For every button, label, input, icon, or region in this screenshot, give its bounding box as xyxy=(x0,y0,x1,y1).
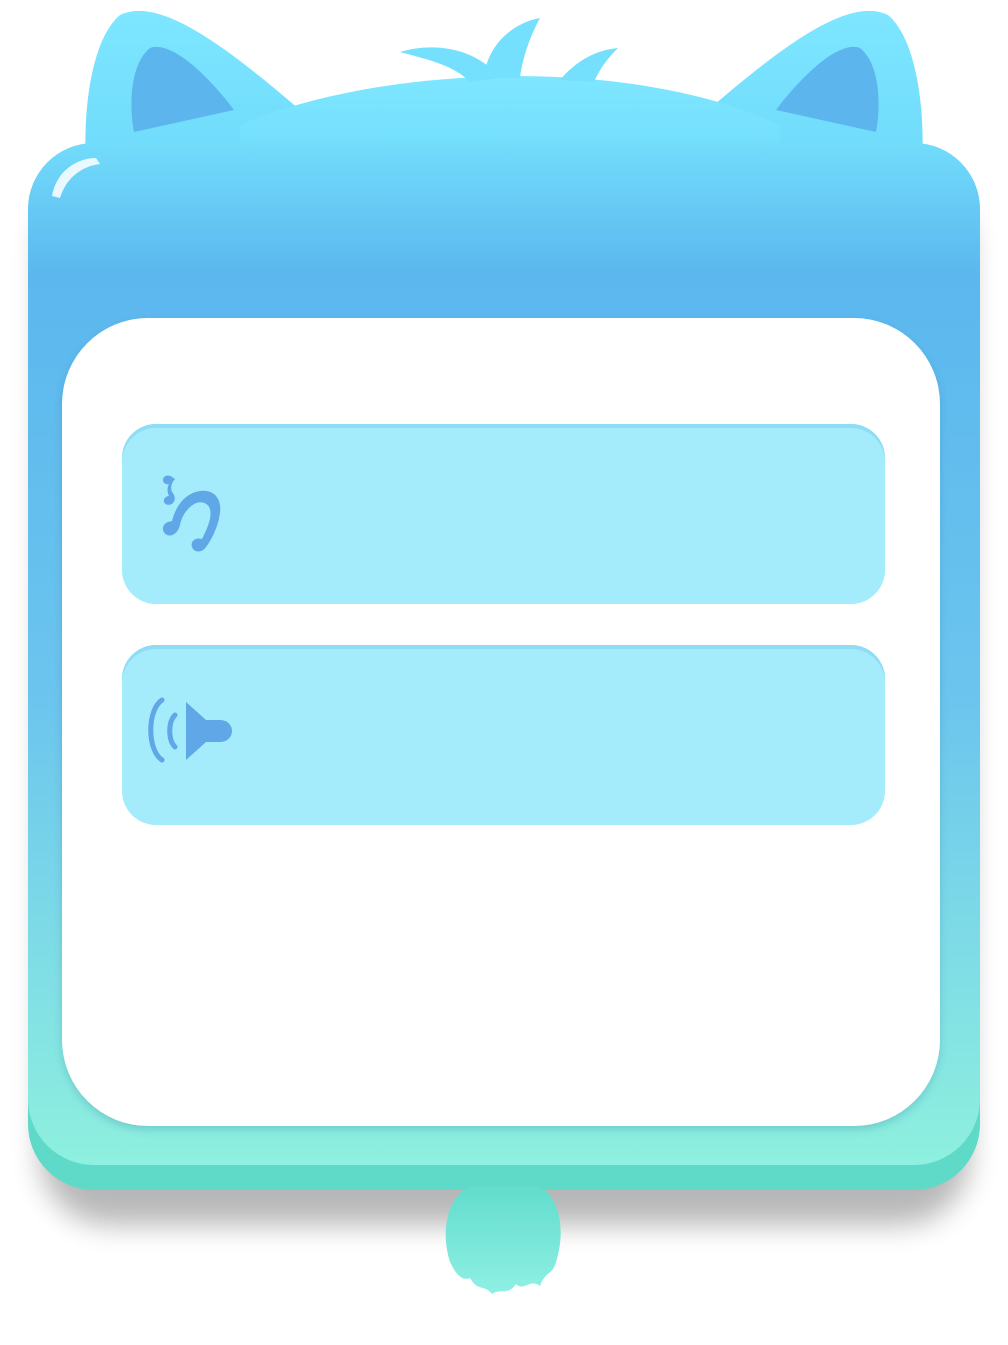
speaker-sound-icon xyxy=(148,697,232,763)
music-note-icon xyxy=(162,475,221,552)
sound-setting-row[interactable] xyxy=(122,645,885,825)
music-setting-row[interactable] xyxy=(122,424,885,604)
hair-tuft xyxy=(484,18,540,78)
hair-tuft xyxy=(560,48,618,82)
bottom-tail xyxy=(445,1186,561,1294)
settings-popup xyxy=(0,0,1008,1345)
